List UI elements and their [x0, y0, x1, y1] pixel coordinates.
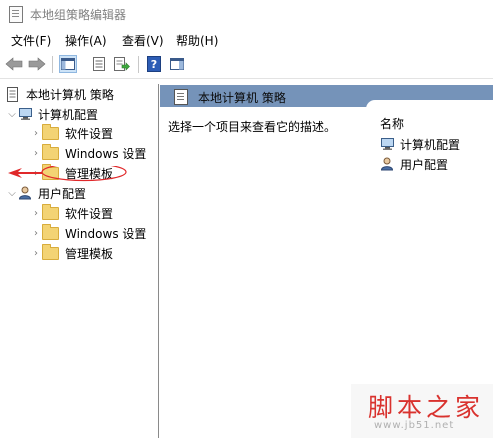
show-hide-tree-icon[interactable]: [59, 55, 77, 73]
description-text: 选择一个项目来查看它的描述。: [168, 120, 337, 134]
chevron-right-icon[interactable]: ›: [30, 228, 42, 239]
properties-icon[interactable]: [90, 55, 108, 73]
tree-item-label: 软件设置: [65, 206, 114, 221]
window-title: 本地组策略编辑器: [30, 8, 127, 22]
show-hide-action-pane-icon[interactable]: [168, 55, 186, 73]
list-item-label: 计算机配置: [400, 137, 461, 152]
chevron-right-icon[interactable]: ›: [30, 128, 42, 139]
chevron-down-icon[interactable]: ⌵: [6, 109, 18, 120]
tree-item-label: Windows 设置: [65, 146, 147, 161]
chevron-right-icon[interactable]: ›: [30, 208, 42, 219]
tree-item-user-software-settings[interactable]: › 软件设置: [30, 203, 114, 222]
tree-root-label: 本地计算机 策略: [26, 87, 114, 102]
list-item-label: 用户配置: [400, 157, 449, 172]
tree-item-user-config[interactable]: ⌵ 用户配置: [6, 184, 86, 202]
menu-file[interactable]: 文件(F): [11, 32, 51, 49]
tree-item-software-settings[interactable]: › 软件设置: [30, 123, 114, 142]
toolbar: ?: [0, 51, 493, 79]
menu-view[interactable]: 查看(V): [122, 32, 164, 49]
policy-document-icon: [6, 87, 22, 102]
standard-tab-curve: [366, 100, 493, 109]
details-header: 本地计算机 策略: [160, 85, 493, 109]
chevron-right-icon[interactable]: ›: [30, 148, 42, 159]
toolbar-separator: [52, 56, 53, 73]
tree-item-computer-config[interactable]: ⌵ 计算机配置: [6, 105, 98, 123]
policy-editor-app-icon: [9, 6, 23, 23]
list-item-computer-config[interactable]: 计算机配置: [380, 135, 460, 153]
annotation-arrow: [8, 166, 127, 182]
tree-item-label: 计算机配置: [38, 107, 99, 122]
chevron-right-icon[interactable]: ›: [30, 248, 42, 259]
computer-icon: [18, 107, 34, 121]
help-icon[interactable]: ?: [145, 55, 163, 73]
svg-text:?: ?: [151, 58, 157, 71]
toolbar-separator: [138, 56, 139, 73]
details-header-title: 本地计算机 策略: [198, 91, 286, 105]
tree-item-user-admin-templates[interactable]: › 管理模板: [30, 243, 114, 262]
tree-item-label: 管理模板: [65, 246, 114, 261]
export-list-icon[interactable]: [113, 55, 131, 73]
tree-root[interactable]: 本地计算机 策略: [6, 85, 114, 103]
list-item-user-config[interactable]: 用户配置: [380, 155, 448, 173]
folder-icon: [42, 243, 59, 260]
forward-arrow-icon[interactable]: [28, 55, 46, 73]
tree-item-windows-settings[interactable]: › Windows 设置: [30, 143, 147, 162]
watermark-url: www.jb51.net: [374, 420, 455, 431]
user-icon: [18, 186, 34, 200]
computer-icon: [380, 137, 396, 151]
menu-help[interactable]: 帮助(H): [176, 32, 218, 49]
folder-icon: [42, 143, 59, 160]
folder-icon: [42, 223, 59, 240]
column-header-name[interactable]: 名称: [380, 115, 404, 132]
menu-bar: 文件(F) 操作(A) 查看(V) 帮助(H): [0, 30, 493, 50]
watermark-logo-text: 脚本之家: [368, 393, 485, 422]
title-bar: 本地组策略编辑器: [0, 0, 493, 28]
tree-item-label: 用户配置: [38, 186, 87, 201]
policy-document-icon: [174, 89, 188, 105]
back-arrow-icon[interactable]: [5, 55, 23, 73]
menu-action[interactable]: 操作(A): [65, 32, 107, 49]
tree-item-user-windows-settings[interactable]: › Windows 设置: [30, 223, 147, 242]
user-icon: [380, 157, 396, 171]
tree-item-label: 软件设置: [65, 126, 114, 141]
chevron-down-icon[interactable]: ⌵: [6, 188, 18, 199]
folder-icon: [42, 123, 59, 140]
folder-icon: [42, 203, 59, 220]
tree-item-label: Windows 设置: [65, 226, 147, 241]
